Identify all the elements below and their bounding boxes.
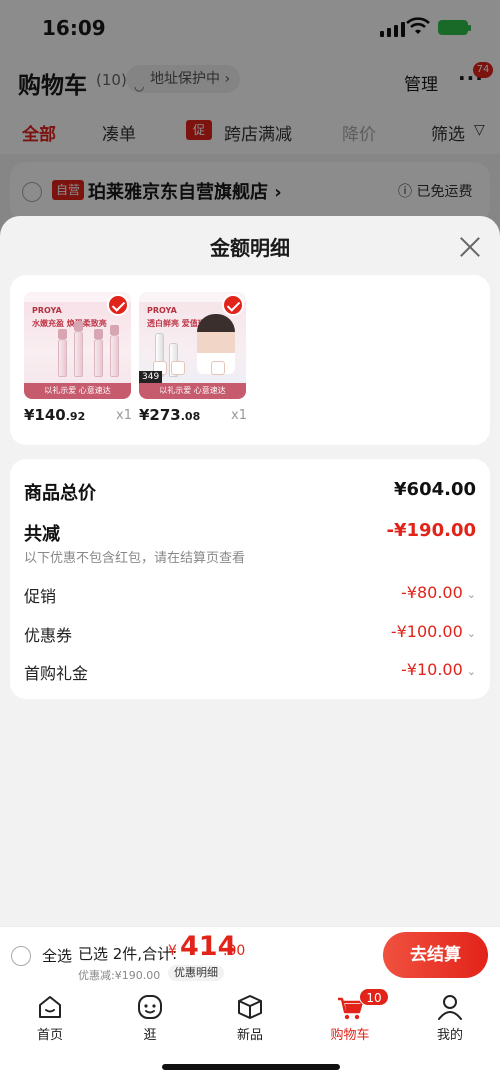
checkmark-icon — [222, 294, 244, 316]
chevron-down-icon: ⌄ — [466, 665, 476, 678]
cart-badge: 10 — [359, 988, 389, 1006]
home-indicator[interactable] — [162, 1064, 340, 1070]
product-banner: 以礼示爱 心意速达 — [24, 383, 131, 399]
product-image: PROYA 水嫩充盈 焕现柔致亮 以礼示爱 心意速达 — [24, 292, 131, 399]
select-all-label[interactable]: 全选 — [42, 945, 72, 966]
reduce-label: 共减 — [24, 524, 60, 545]
price-tag: 349 — [139, 371, 163, 383]
product-price: ¥140.92 — [24, 406, 86, 424]
currency-symbol: ¥ — [168, 943, 177, 959]
chevron-down-icon: ⌄ — [466, 627, 476, 640]
select-all-checkbox[interactable] — [11, 946, 31, 966]
product-banner: 以礼示爱 心意速达 — [139, 383, 246, 399]
tab-label: 我的 — [436, 1028, 463, 1043]
selected-count: 已选 2件,合计: — [78, 945, 178, 963]
discount-summary: 优惠减:¥190.00 — [78, 969, 161, 982]
product-item[interactable]: PROYA 水嫩充盈 焕现柔致亮 以礼示爱 心意速达 ¥140.92 x1 — [24, 292, 134, 424]
tab-label: 购物车 — [330, 1028, 370, 1043]
product-price: ¥273.08 — [139, 406, 201, 424]
chevron-down-icon: ⌄ — [466, 588, 476, 601]
reduce-value: -¥190.00 — [386, 520, 476, 541]
close-icon[interactable] — [457, 234, 483, 260]
sheet-title: 金额明细 — [210, 236, 290, 260]
products-card: PROYA 水嫩充盈 焕现柔致亮 以礼示爱 心意速达 ¥140.92 x1 PR… — [10, 275, 490, 445]
checkout-bar: 全选 已选 2件,合计: ¥ 414 .00 优惠减:¥190.00 优惠明细 … — [0, 926, 500, 984]
first-purchase-label: 首购礼金 — [24, 664, 89, 683]
total-decimal: .00 — [223, 943, 246, 959]
tab-new[interactable]: 新品 — [215, 992, 285, 1043]
product-brand: PROYA — [32, 306, 62, 315]
box-icon — [238, 995, 262, 1019]
tab-label: 逛 — [143, 1028, 157, 1043]
promotion-label: 促销 — [24, 587, 57, 606]
coupon-label: 优惠券 — [24, 626, 73, 645]
user-icon — [438, 995, 462, 1020]
product-headline: 水嫩充盈 焕现柔致亮 — [32, 319, 107, 328]
product-brand: PROYA — [147, 306, 177, 315]
discount-detail-button[interactable]: 优惠明细 — [168, 965, 224, 981]
subtotal-label: 商品总价 — [24, 483, 96, 504]
product-item[interactable]: PROYA 透白鲜亮 爱值璀璨新 349 以礼示爱 心意速达 ¥273.08 x… — [139, 292, 249, 424]
subtotal-value: ¥604.00 — [394, 479, 476, 500]
tab-label: 首页 — [36, 1028, 63, 1043]
tab-label: 新品 — [236, 1028, 263, 1043]
coupon-value[interactable]: -¥100.00 ⌄ — [391, 622, 476, 641]
product-qty: x1 — [231, 408, 247, 423]
first-purchase-value[interactable]: -¥10.00 ⌄ — [401, 660, 476, 679]
checkmark-icon — [107, 294, 129, 316]
tab-cart[interactable]: 10 购物车 — [315, 988, 389, 1043]
home-icon — [39, 996, 61, 1018]
tab-browse[interactable]: 逛 — [115, 992, 185, 1043]
discount-note: 以下优惠不包含红包，请在结算页查看 — [24, 551, 246, 566]
face-icon — [138, 995, 162, 1019]
promotion-value[interactable]: -¥80.00 ⌄ — [401, 583, 476, 602]
checkout-button[interactable]: 去结算 — [383, 932, 488, 978]
product-qty: x1 — [116, 408, 132, 423]
tab-me[interactable]: 我的 — [415, 992, 485, 1043]
price-summary-card: 商品总价 ¥604.00 共减 -¥190.00 以下优惠不包含红包，请在结算页… — [10, 459, 490, 699]
product-image: PROYA 透白鲜亮 爱值璀璨新 349 以礼示爱 心意速达 — [139, 292, 246, 399]
tab-home[interactable]: 首页 — [15, 992, 85, 1043]
